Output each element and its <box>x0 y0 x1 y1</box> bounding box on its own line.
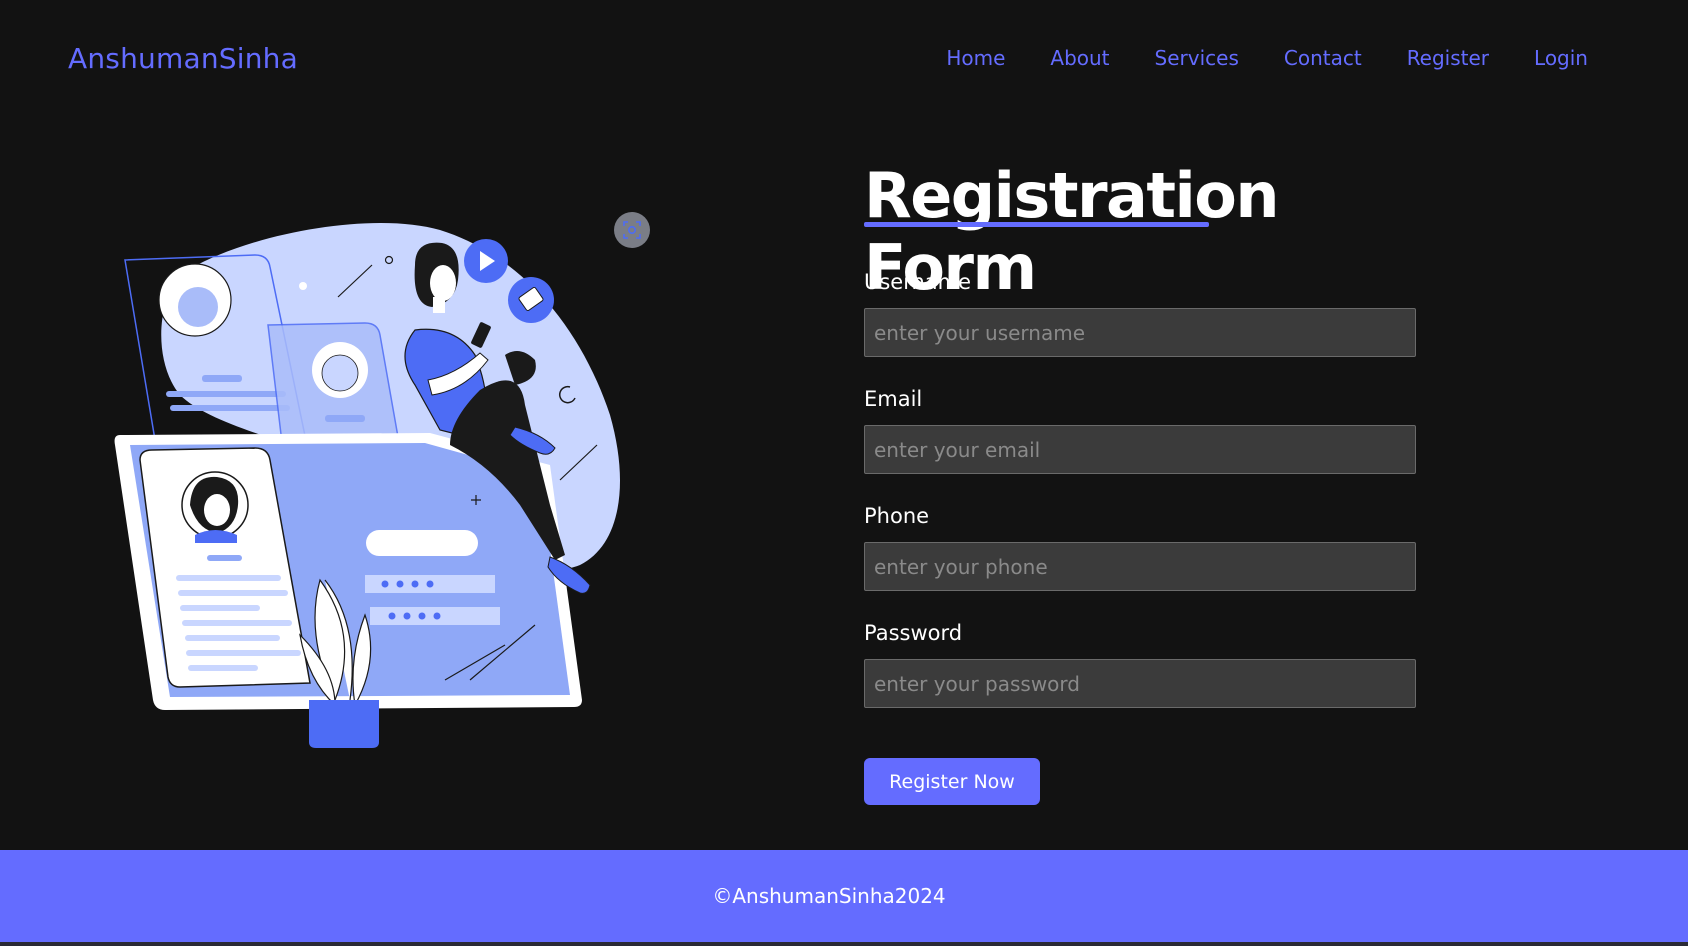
site-logo[interactable]: AnshumanSinha <box>68 42 298 75</box>
registration-illustration <box>110 205 670 755</box>
back-card-line <box>202 375 242 382</box>
profile-line <box>185 635 280 641</box>
middle-avatar-head <box>321 354 359 392</box>
profile-line <box>180 605 260 611</box>
profile-line <box>178 590 288 596</box>
main-nav: Home About Services Contact Register Log… <box>946 46 1588 70</box>
nav-register[interactable]: Register <box>1407 46 1489 70</box>
profile-line <box>188 665 258 671</box>
nav-services[interactable]: Services <box>1155 46 1239 70</box>
email-input[interactable] <box>864 425 1416 474</box>
phone-field-group: Phone <box>864 504 1416 591</box>
password-label: Password <box>864 621 963 645</box>
password-field-group: Password <box>864 621 1416 708</box>
email-field-group: Email <box>864 387 1416 474</box>
username-field-group: Username <box>864 270 1416 357</box>
screen-button-shape <box>366 530 478 556</box>
nav-home[interactable]: Home <box>946 46 1005 70</box>
middle-card-line <box>325 415 365 422</box>
site-header: AnshumanSinha Home About Services Contac… <box>0 0 1688 120</box>
scan-icon[interactable] <box>614 212 650 248</box>
password-input[interactable] <box>864 659 1416 708</box>
profile-line <box>186 650 301 656</box>
register-now-button[interactable]: Register Now <box>864 758 1040 805</box>
profile-line <box>207 555 242 561</box>
illustration-svg <box>114 222 620 748</box>
username-label: Username <box>864 270 972 294</box>
profile-line <box>176 575 281 581</box>
footer-copyright: ©AnshumanSinha2024 <box>712 884 946 908</box>
plant-pot <box>309 700 379 748</box>
username-input[interactable] <box>864 308 1416 357</box>
registration-form: Registration Form Username Email Phone P… <box>864 160 1424 805</box>
phone-input[interactable] <box>864 542 1416 591</box>
nav-login[interactable]: Login <box>1534 46 1588 70</box>
email-label: Email <box>864 387 923 411</box>
profile-avatar-face <box>204 494 230 526</box>
person-face <box>430 265 456 301</box>
nav-contact[interactable]: Contact <box>1284 46 1362 70</box>
back-avatar-head <box>178 287 218 327</box>
nav-about[interactable]: About <box>1050 46 1109 70</box>
back-card-line <box>170 405 290 411</box>
page: AnshumanSinha Home About Services Contac… <box>0 0 1688 946</box>
phone-label: Phone <box>864 504 930 528</box>
profile-line <box>182 620 292 626</box>
bottom-divider <box>0 942 1688 946</box>
site-footer: ©AnshumanSinha2024 <box>0 850 1688 942</box>
back-card-line <box>166 391 286 397</box>
title-underline <box>864 222 1209 227</box>
